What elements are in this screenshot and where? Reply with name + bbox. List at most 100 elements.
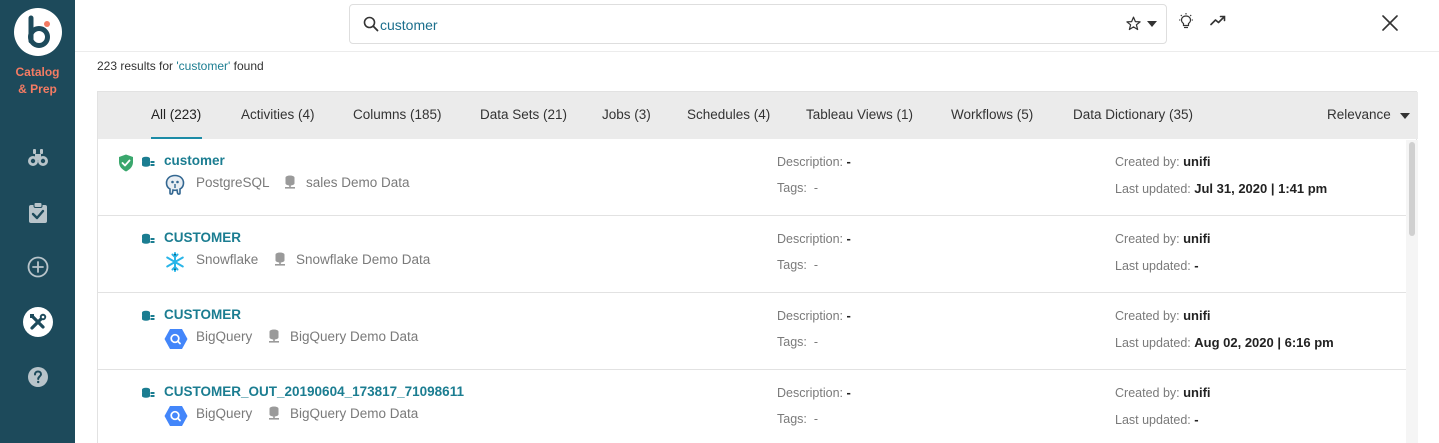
last-updated-field: Last updated: Aug 02, 2020 | 6:16 pm (1115, 335, 1334, 350)
tab-data-dictionary[interactable]: Data Dictionary (35) (1073, 107, 1193, 122)
chevron-down-icon[interactable] (1147, 21, 1157, 27)
postgresql-icon (164, 174, 186, 201)
tags-label: Tags: (777, 412, 807, 426)
summary-query: 'customer' (176, 59, 231, 73)
star-icon[interactable] (1126, 16, 1141, 31)
last-updated-field: Last updated: - (1115, 412, 1199, 427)
lightbulb-icon[interactable] (1178, 13, 1194, 30)
chevron-down-icon[interactable] (1400, 113, 1410, 119)
last-updated-label: Last updated: (1115, 259, 1191, 273)
created-by-field: Created by: unifi (1115, 308, 1211, 323)
app-name-line2: & Prep (18, 82, 57, 96)
help-icon[interactable] (25, 364, 51, 390)
dataset-icon (141, 309, 155, 327)
bigquery-icon (164, 405, 188, 432)
plus-circle-icon[interactable] (25, 254, 51, 280)
result-title[interactable]: CUSTOMER_OUT_20190604_173817_71098611 (164, 384, 464, 399)
description-label: Description: (777, 309, 843, 323)
description-value: - (846, 154, 851, 169)
database-icon (284, 175, 296, 194)
last-updated-label: Last updated: (1115, 413, 1191, 427)
description-field: Description: - (777, 154, 851, 169)
binoculars-icon[interactable] (25, 145, 51, 171)
tags-field: Tags: - (777, 258, 818, 272)
last-updated-value: Aug 02, 2020 | 6:16 pm (1194, 335, 1334, 350)
result-title[interactable]: customer (164, 153, 225, 168)
result-row[interactable]: customer PostgreSQL sales Demo Data Descrip… (98, 139, 1406, 216)
top-bar (75, 0, 1439, 52)
tab-activities[interactable]: Activities (4) (241, 107, 315, 122)
tags-field: Tags: - (777, 181, 818, 195)
result-title[interactable]: CUSTOMER (164, 307, 241, 322)
last-updated-field: Last updated: Jul 31, 2020 | 1:41 pm (1115, 181, 1327, 196)
trending-up-icon[interactable] (1210, 14, 1226, 26)
description-label: Description: (777, 386, 843, 400)
clipboard-check-icon[interactable] (25, 200, 51, 226)
database-name[interactable]: BigQuery Demo Data (290, 406, 418, 421)
last-updated-label: Last updated: (1115, 182, 1191, 196)
tools-icon[interactable] (22, 306, 54, 338)
tab-jobs[interactable]: Jobs (3) (602, 107, 651, 122)
sort-dropdown[interactable]: Relevance (1327, 107, 1391, 122)
database-icon (268, 406, 280, 425)
app-name: Catalog & Prep (0, 64, 75, 98)
app-name-line1: Catalog (15, 65, 60, 79)
last-updated-value: Jul 31, 2020 | 1:41 pm (1194, 181, 1328, 196)
created-by-value: unifi (1183, 154, 1211, 169)
app-logo[interactable] (14, 8, 62, 56)
result-title[interactable]: CUSTOMER (164, 230, 241, 245)
search-box[interactable] (349, 4, 1167, 44)
description-value: - (846, 385, 851, 400)
database-name[interactable]: sales Demo Data (306, 175, 410, 190)
tags-value: - (813, 412, 819, 426)
tags-value: - (813, 335, 819, 349)
description-field: Description: - (777, 231, 851, 246)
search-input[interactable] (380, 14, 1080, 36)
source-name: PostgreSQL (196, 175, 270, 190)
description-field: Description: - (777, 385, 851, 400)
description-value: - (846, 231, 851, 246)
database-name[interactable]: Snowflake Demo Data (296, 252, 430, 267)
created-by-label: Created by: (1115, 155, 1180, 169)
results-panel: All (223) Activities (4) Columns (185) D… (97, 91, 1418, 443)
description-value: - (846, 308, 851, 323)
tab-schedules[interactable]: Schedules (4) (687, 107, 770, 122)
source-name: BigQuery (196, 406, 253, 421)
created-by-field: Created by: unifi (1115, 154, 1211, 169)
summary-suffix: found (230, 59, 264, 73)
tab-columns[interactable]: Columns (185) (353, 107, 442, 122)
tags-label: Tags: (777, 335, 807, 349)
category-tabs: All (223) Activities (4) Columns (185) D… (98, 92, 1418, 139)
tags-label: Tags: (777, 181, 807, 195)
created-by-value: unifi (1183, 308, 1211, 323)
scrollbar-thumb[interactable] (1409, 142, 1415, 236)
tags-value: - (813, 181, 819, 195)
tab-data-sets[interactable]: Data Sets (21) (480, 107, 567, 122)
scrollbar[interactable] (1406, 140, 1418, 443)
database-icon (274, 252, 286, 271)
logo-icon (28, 15, 50, 48)
tags-value: - (813, 258, 819, 272)
tab-tableau-views[interactable]: Tableau Views (1) (806, 107, 913, 122)
tab-workflows[interactable]: Workflows (5) (951, 107, 1033, 122)
result-row[interactable]: CUSTOMER Snowflake Snowflake Demo Data Desc… (98, 216, 1406, 293)
tab-all[interactable]: All (223) (151, 107, 201, 122)
database-name[interactable]: BigQuery Demo Data (290, 329, 418, 344)
description-label: Description: (777, 155, 843, 169)
dataset-icon (141, 155, 155, 173)
created-by-label: Created by: (1115, 386, 1180, 400)
created-by-label: Created by: (1115, 232, 1180, 246)
last-updated-label: Last updated: (1115, 336, 1191, 350)
description-label: Description: (777, 232, 843, 246)
created-by-label: Created by: (1115, 309, 1180, 323)
result-row[interactable]: CUSTOMER BigQuery BigQuery Demo Data Descri… (98, 293, 1406, 370)
snowflake-icon (164, 251, 186, 278)
close-icon[interactable] (1381, 14, 1399, 32)
created-by-value: unifi (1183, 385, 1211, 400)
source-name: Snowflake (196, 252, 259, 267)
created-by-field: Created by: unifi (1115, 385, 1211, 400)
sidebar: Catalog & Prep (0, 0, 75, 443)
dataset-icon (141, 232, 155, 250)
tags-field: Tags: - (777, 335, 818, 349)
result-row[interactable]: CUSTOMER_OUT_20190604_173817_71098611 Big… (98, 370, 1406, 443)
